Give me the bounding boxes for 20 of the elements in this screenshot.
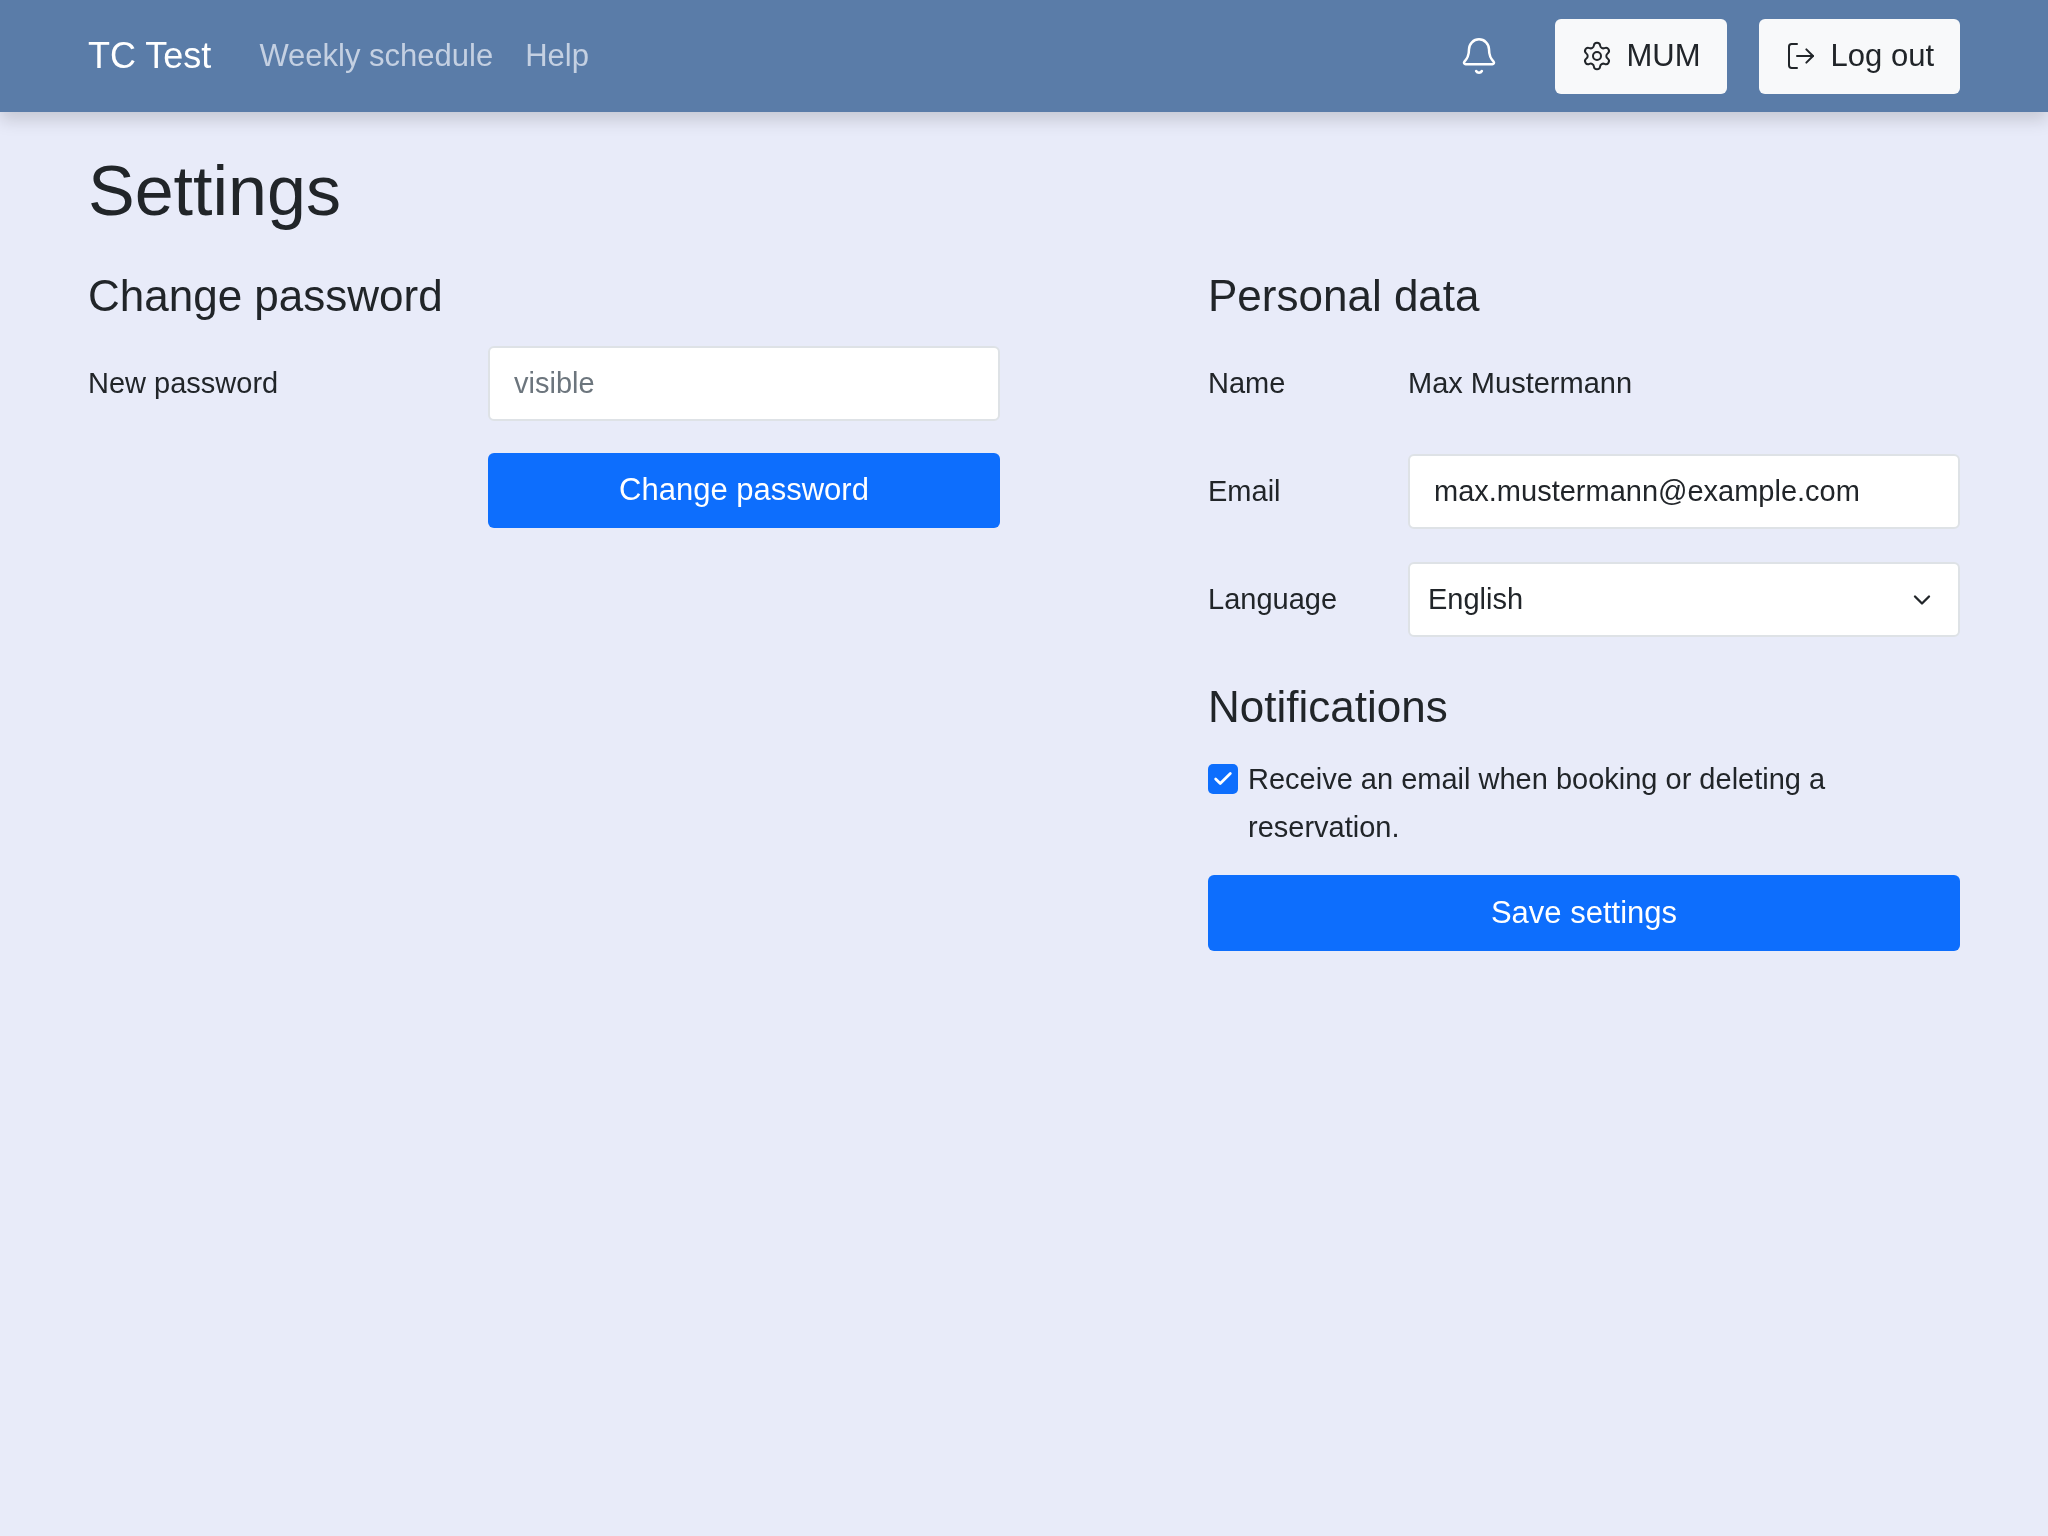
language-select[interactable]: English: [1408, 562, 1960, 637]
nav-link[interactable]: Help: [525, 32, 589, 80]
field-label: Language: [1208, 581, 1339, 617]
logout-button[interactable]: Log out: [1758, 18, 1960, 94]
save-settings-button[interactable]: Save settings: [1208, 875, 1960, 951]
field-label: New password: [88, 365, 280, 401]
password-field[interactable]: visible: [488, 346, 1000, 421]
nav-link[interactable]: Weekly schedule: [259, 32, 494, 80]
user-button[interactable]: MUM: [1554, 18, 1727, 94]
brand-link[interactable]: TC Test: [88, 29, 212, 83]
section-heading: Change password: [88, 274, 443, 318]
section-heading: Personal data: [1208, 274, 1480, 318]
field-label: Email: [1208, 473, 1282, 509]
change-password-button[interactable]: Change password: [488, 453, 1000, 528]
checkbox-label: Receive an email when booking or deleting a reservation.: [1248, 762, 1827, 845]
name-value: Max Mustermann: [1408, 365, 1633, 401]
email-field[interactable]: max.mustermann@example.com: [1408, 454, 1960, 529]
section-heading: Notifications: [1208, 685, 1448, 729]
notification-checkbox[interactable]: [1208, 764, 1238, 794]
field-label: Name: [1208, 365, 1287, 401]
